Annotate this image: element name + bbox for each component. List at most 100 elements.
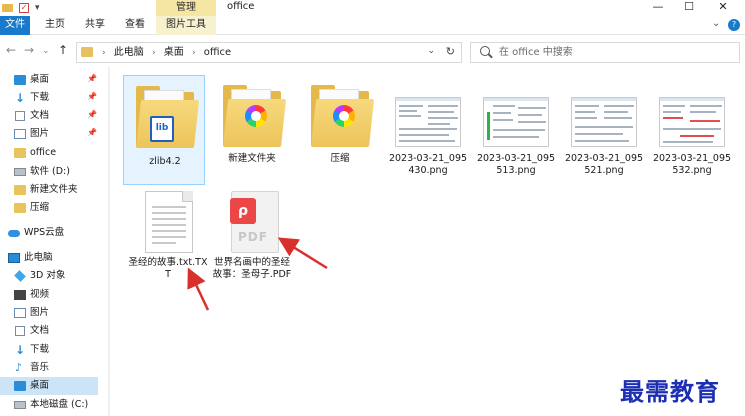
sidebar-item-office[interactable]: office: [0, 144, 98, 162]
search-placeholder: 在 office 中搜索: [499, 47, 573, 58]
breadcrumb-office[interactable]: office: [204, 47, 231, 58]
sidebar-item-label: 桌面: [30, 74, 50, 85]
sidebar-item-drive-c[interactable]: 本地磁盘 (C:): [0, 396, 98, 414]
pin-icon: 📌: [87, 110, 97, 119]
file-name: 2023-03-21_095513.png: [476, 153, 556, 176]
tab-picture-tools[interactable]: 图片工具: [156, 16, 216, 35]
forward-button[interactable]: →: [24, 43, 34, 57]
tab-view[interactable]: 查看: [120, 16, 150, 35]
file-item-png-1[interactable]: 2023-03-21_095430.png: [387, 75, 469, 185]
file-item-pdf[interactable]: ρ PDF 世界名画中的圣经故事：圣母子.PDF: [211, 185, 293, 295]
minimize-button[interactable]: —: [643, 0, 673, 16]
computer-icon: [8, 253, 20, 263]
file-item-new-folder[interactable]: 新建文件夹: [211, 75, 293, 185]
recent-locations-icon[interactable]: ⌄: [42, 46, 50, 56]
sidebar-item-label: 图片: [30, 307, 50, 318]
tab-home[interactable]: 主页: [40, 16, 70, 35]
breadcrumb: › 此电脑 › 桌面 › office: [97, 43, 231, 62]
breadcrumb-this-pc[interactable]: 此电脑: [114, 47, 144, 58]
window-title: office: [227, 1, 255, 12]
address-dropdown-icon[interactable]: ⌄: [427, 46, 435, 56]
folder-icon[interactable]: [2, 4, 13, 12]
breadcrumb-desktop[interactable]: 桌面: [164, 47, 184, 58]
lib-icon: lib: [150, 116, 174, 142]
watermark: 最需教育: [620, 377, 720, 406]
sidebar-item-label: WPS云盘: [24, 227, 65, 238]
quick-access-toolbar: ✓ ▾: [0, 0, 40, 16]
sidebar-item-desktop[interactable]: 桌面: [0, 377, 98, 395]
file-list: lib zlib4.2 新建文件夹 压缩 2023-03-21_095430.p…: [111, 67, 745, 416]
tab-file[interactable]: 文件: [0, 16, 30, 35]
file-item-txt[interactable]: 圣经的故事.txt.TXT: [123, 185, 207, 295]
address-bar[interactable]: › 此电脑 › 桌面 › office ⌄ ↻: [76, 42, 462, 63]
sidebar-item-label: 新建文件夹: [30, 184, 78, 195]
up-button[interactable]: ↑: [58, 43, 68, 57]
file-item-png-4[interactable]: 2023-03-21_095532.png: [651, 75, 733, 185]
context-tab-manage[interactable]: 管理: [156, 0, 216, 16]
image-thumbnail: [395, 97, 461, 147]
sidebar-scrollbar[interactable]: [108, 67, 110, 416]
folder-icon: lib: [136, 86, 200, 148]
sidebar-item-music[interactable]: ♪ 音乐: [0, 359, 98, 377]
sidebar-item-label: 压缩: [30, 202, 50, 213]
chevron-right-icon[interactable]: ›: [192, 48, 196, 58]
sidebar-item-downloads[interactable]: ↓ 下载: [0, 341, 98, 359]
file-name: 新建文件夹: [228, 153, 276, 164]
file-item-compress[interactable]: 压缩: [299, 75, 381, 185]
sidebar-item-label: 软件 (D:): [30, 166, 70, 177]
sidebar-item-label: 3D 对象: [30, 270, 66, 281]
image-thumbnail: [571, 97, 637, 147]
chevron-down-icon[interactable]: ▾: [35, 3, 40, 13]
pdf-label: PDF: [238, 230, 268, 244]
sidebar-item-new-folder[interactable]: 新建文件夹: [0, 181, 98, 199]
checkbox-icon[interactable]: ✓: [19, 3, 29, 13]
file-item-png-2[interactable]: 2023-03-21_095513.png: [475, 75, 557, 185]
wps-pdf-icon: ρ: [230, 198, 256, 224]
folder-icon: [14, 185, 26, 195]
sidebar-item-downloads-pinned[interactable]: ↓ 下载 📌: [0, 89, 98, 107]
chevron-right-icon[interactable]: ›: [102, 48, 106, 58]
sidebar-item-documents[interactable]: 文档: [0, 322, 98, 340]
folder-icon: [81, 47, 93, 57]
refresh-icon[interactable]: ↻: [446, 45, 455, 58]
sidebar-item-documents-pinned[interactable]: 文档 📌: [0, 107, 98, 125]
sidebar-item-label: 视频: [30, 289, 50, 300]
navigation-bar: ← → ⌄ ↑ › 此电脑 › 桌面 › office ⌄ ↻ 在 office…: [0, 37, 745, 67]
sidebar-item-wps-cloud[interactable]: WPS云盘: [0, 224, 98, 242]
3d-objects-icon: [14, 270, 26, 282]
file-name: 2023-03-21_095521.png: [564, 153, 644, 176]
ribbon-expand-icon[interactable]: ⌄: [712, 18, 720, 29]
file-item-zlib[interactable]: lib zlib4.2: [123, 75, 205, 185]
sidebar-item-3d-objects[interactable]: 3D 对象: [0, 267, 98, 285]
music-icon: ♪: [15, 361, 23, 374]
title-bar: ✓ ▾ 管理 office — ☐ ✕: [0, 0, 745, 16]
picture-icon: [14, 308, 26, 318]
maximize-button[interactable]: ☐: [674, 0, 704, 16]
close-button[interactable]: ✕: [708, 0, 738, 16]
sidebar-item-pictures[interactable]: 图片: [0, 304, 98, 322]
sidebar-item-label: office: [30, 147, 57, 158]
color-wheel-icon: [245, 105, 267, 127]
file-name: 压缩: [330, 153, 350, 164]
back-button[interactable]: ←: [6, 43, 16, 57]
download-icon: ↓: [15, 91, 26, 105]
file-name: zlib4.2: [149, 156, 181, 167]
sidebar-item-videos[interactable]: 视频: [0, 286, 98, 304]
tab-share[interactable]: 共享: [80, 16, 110, 35]
sidebar-item-drive-d[interactable]: 软件 (D:): [0, 163, 98, 181]
file-item-png-3[interactable]: 2023-03-21_095521.png: [563, 75, 645, 185]
chevron-right-icon[interactable]: ›: [152, 48, 156, 58]
sidebar-item-this-pc[interactable]: 此电脑: [0, 249, 98, 267]
image-thumbnail: [659, 97, 725, 147]
sidebar-item-compress[interactable]: 压缩: [0, 199, 98, 217]
sidebar-item-pictures-pinned[interactable]: 图片 📌: [0, 125, 98, 143]
sidebar-item-label: 桌面: [30, 380, 50, 391]
sidebar-item-desktop-pinned[interactable]: 桌面 📌: [0, 71, 98, 89]
sidebar-item-label: 图片: [30, 128, 50, 139]
help-icon[interactable]: ?: [728, 19, 740, 31]
search-input[interactable]: 在 office 中搜索: [470, 42, 740, 63]
document-icon: [15, 111, 25, 121]
color-wheel-icon: [333, 105, 355, 127]
text-file-icon: [145, 191, 193, 253]
sidebar-item-label: 下载: [30, 92, 50, 103]
